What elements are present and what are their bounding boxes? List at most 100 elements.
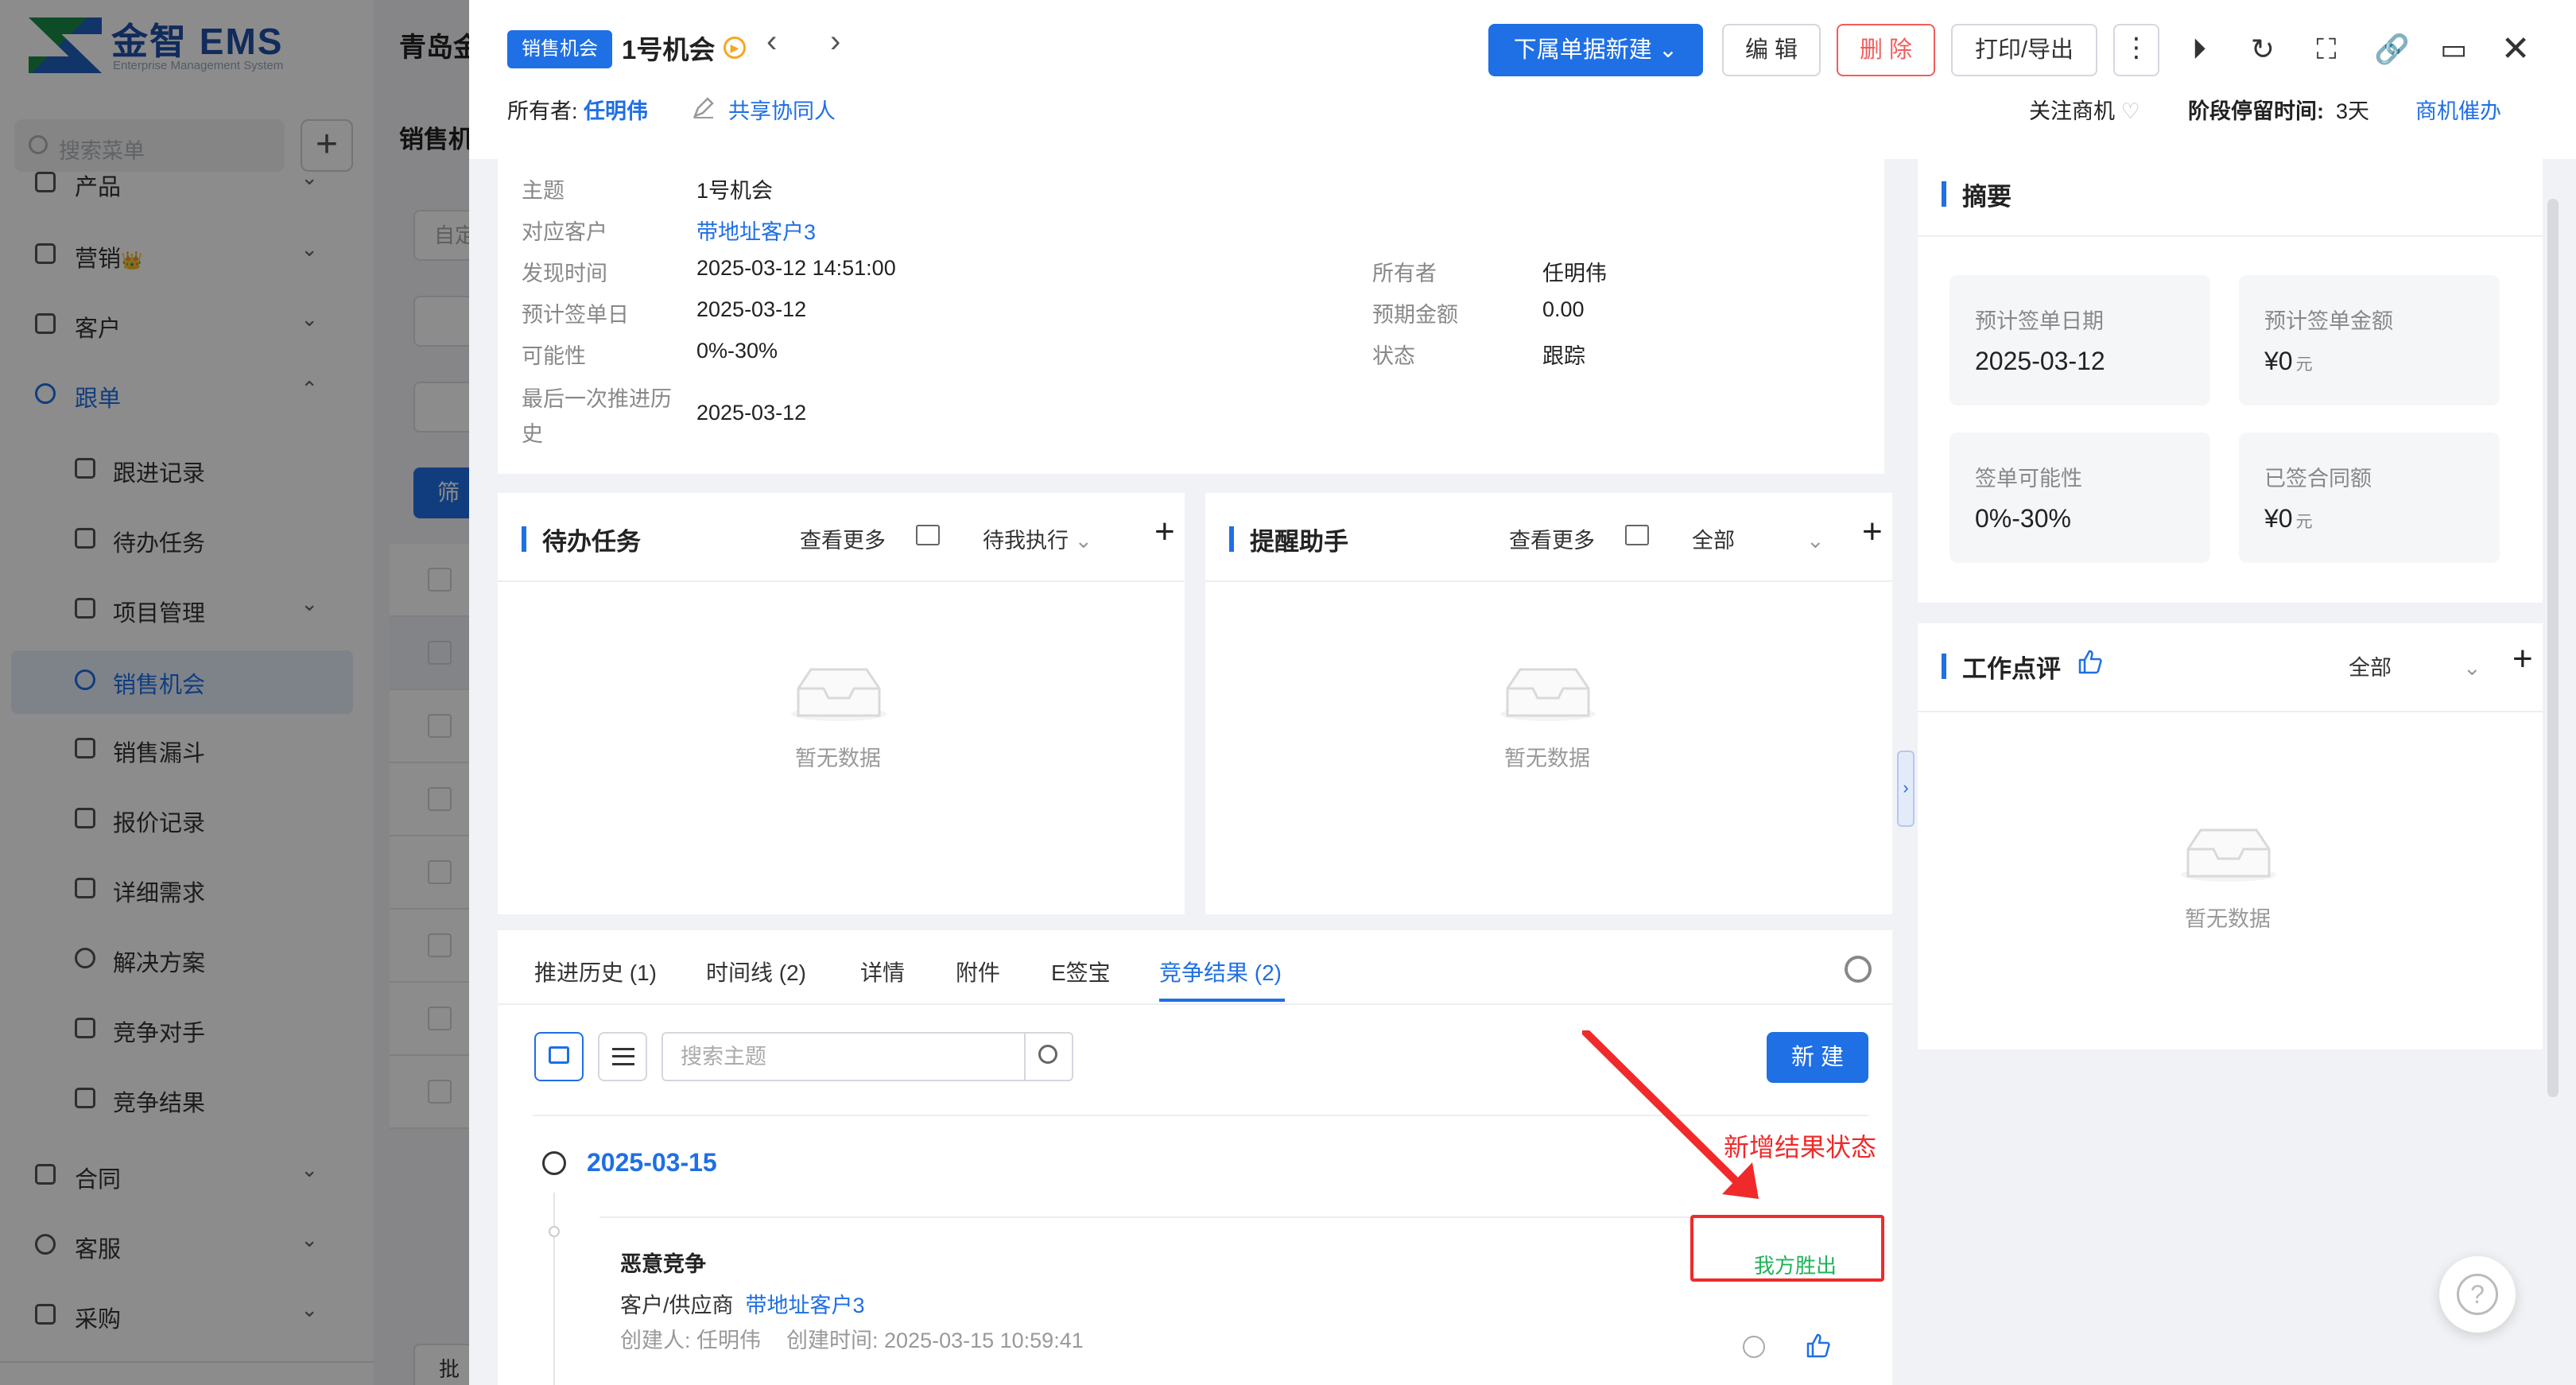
section-title: 工作点评 [1962,655,2061,683]
print-export-button[interactable]: 打印/导出 [1951,24,2097,76]
tab-timeline[interactable]: 时间线 (2) [706,956,806,987]
timeline-date: 2025-03-15 [587,1148,717,1177]
empty-inbox-icon [1500,668,1596,721]
heart-icon: ♡ [2120,99,2140,123]
modal-overlay[interactable] [0,0,469,1385]
prev-record-icon[interactable]: ‹ [766,24,777,60]
field-label: 发现时间 [522,262,607,285]
section-divider [1918,235,2543,237]
task-filter-select[interactable]: 待我执行 ⌄ [983,523,1092,554]
list-view-button[interactable] [598,1032,647,1081]
gear-icon[interactable] [1845,956,1872,983]
tab-details[interactable]: 详情 [860,956,905,987]
entry-meta: 创建人: 任明伟 创建时间: 2025-03-15 10:59:41 [620,1329,1084,1352]
right-panel-scrollbar[interactable] [2547,199,2559,1097]
play-status-icon[interactable]: ▶ [724,37,746,59]
new-result-button[interactable]: 新 建 [1767,1032,1868,1083]
tab-attachments[interactable]: 附件 [956,956,1000,987]
summary-card: 摘要 预计签单日期 2025-03-12 预计签单金额 ¥0 元 签单可能性 0%-30… [1918,159,2543,603]
todo-tasks-card: 待办任务 查看更多 待我执行 ⌄ + 暂无数据 [498,493,1185,914]
delete-button[interactable]: 删 除 [1837,24,1935,76]
clock-icon [542,1151,566,1175]
chevron-down-icon: ⌄ [1658,37,1678,63]
book-icon[interactable] [916,525,940,545]
add-reminder-button[interactable]: + [1862,512,1883,552]
tab-progress-history[interactable]: 推进历史 (1) [534,956,657,987]
field-value: 2025-03-12 14:51:00 [696,256,896,280]
section-divider [498,580,1185,582]
field-label: 可能性 [522,344,586,368]
field-value: 任明伟 [1542,262,1607,285]
add-task-button[interactable]: + [1154,512,1175,552]
entry-title: 恶意竞争 [620,1252,706,1276]
empty-inbox-icon [791,668,886,721]
drawer-header: 销售机会 1号机会 ▶ ‹ › 所有者: 任明伟 共享协同人 下属单据新建 ⌄ … [469,0,2576,159]
tabs-divider [498,1003,1892,1005]
search-button[interactable] [1024,1032,1073,1081]
list-view-icon [612,1048,634,1065]
entry-partner: 客户/供应商 带地址客户3 [620,1294,865,1317]
view-more-link[interactable]: 查看更多 [800,523,886,554]
reminder-assistant-card: 提醒助手 查看更多 全部 ⌄ + 暂无数据 [1205,493,1892,914]
field-value: 2025-03-12 [696,297,807,321]
section-accent-bar [1229,526,1234,552]
section-title: 待办任务 [542,528,641,556]
next-record-icon[interactable]: › [830,24,840,60]
sub-document-new-button[interactable]: 下属单据新建 ⌄ [1488,24,1703,76]
field-value: 0%-30% [696,339,778,363]
play-icon[interactable]: ⏵ [2183,33,2215,65]
chevron-down-icon: ⌄ [1806,529,1825,553]
help-button[interactable]: ? [2439,1256,2516,1333]
empty-text: 暂无数据 [2185,907,2271,931]
close-icon[interactable]: ✕ [2500,32,2531,67]
field-label: 最后一次推进历 [522,387,672,411]
panel-collapse-handle[interactable]: › [1897,751,1915,827]
stat-signed-amount: 已签合同额 ¥0 元 [2239,433,2500,563]
empty-inbox-icon [2181,828,2276,882]
customer-link[interactable]: 带地址客户3 [696,215,816,246]
field-label: 状态 [1372,344,1415,368]
edit-pen-icon [692,97,714,118]
layout-icon[interactable]: ▭ [2438,33,2469,65]
link-icon[interactable]: 🔗 [2374,33,2410,65]
search-subject-input[interactable]: 搜索主题 [661,1032,1026,1081]
add-review-button[interactable]: + [2512,639,2533,679]
refresh-icon[interactable]: ↻ [2247,33,2279,65]
tab-esign[interactable]: E签宝 [1051,956,1111,987]
record-title: 1号机会 [622,35,716,64]
chevron-down-icon: ⌄ [2463,656,2481,680]
work-review-card: 工作点评 全部 ⌄ + 暂无数据 [1918,623,2543,1049]
section-divider [1918,711,2543,712]
edit-button[interactable]: 编 辑 [1722,24,1821,76]
section-accent-bar [522,526,526,552]
owner-name[interactable]: 任明伟 [584,99,648,123]
stat-sign-probability: 签单可能性 0%-30% [1949,433,2210,563]
field-value: 0.00 [1542,297,1585,321]
record-type-badge: 销售机会 [507,30,612,68]
red-arrow-annotation [1582,1030,1759,1199]
chevron-down-icon: ⌄ [1074,529,1093,553]
field-value: 跟踪 [1542,344,1585,368]
reminder-filter-select[interactable]: 全部 ⌄ [1692,523,1825,554]
card-view-button[interactable] [534,1032,584,1081]
partner-link[interactable]: 带地址客户3 [746,1294,865,1317]
result-status-badge: 我方胜出 [1754,1254,1837,1278]
book-icon[interactable] [1625,525,1649,545]
share-collaborator-link[interactable]: 共享协同人 [728,94,836,125]
fullscreen-icon[interactable]: ⛶ [2310,33,2342,65]
view-more-link[interactable]: 查看更多 [1509,523,1595,554]
thumbs-up-icon[interactable] [2077,649,2104,676]
section-accent-bar [1942,654,1946,679]
more-menu-button[interactable]: ⋮ [2113,24,2159,76]
thumbs-up-icon[interactable] [1805,1333,1832,1360]
section-accent-bar [1942,181,1946,207]
field-value: 2025-03-12 [696,401,807,425]
stat-expected-sign-date: 预计签单日期 2025-03-12 [1949,275,2210,405]
comment-icon[interactable] [1743,1336,1765,1358]
search-icon [1038,1045,1057,1064]
tab-competition-result[interactable]: 竞争结果 (2) [1159,956,1282,987]
follow-opportunity-toggle[interactable]: 关注商机 ♡ [2029,94,2140,125]
opportunity-urge-link[interactable]: 商机催办 [2415,94,2501,125]
field-label: 预期金额 [1372,303,1458,327]
review-filter-select[interactable]: 全部 ⌄ [2349,650,2481,681]
